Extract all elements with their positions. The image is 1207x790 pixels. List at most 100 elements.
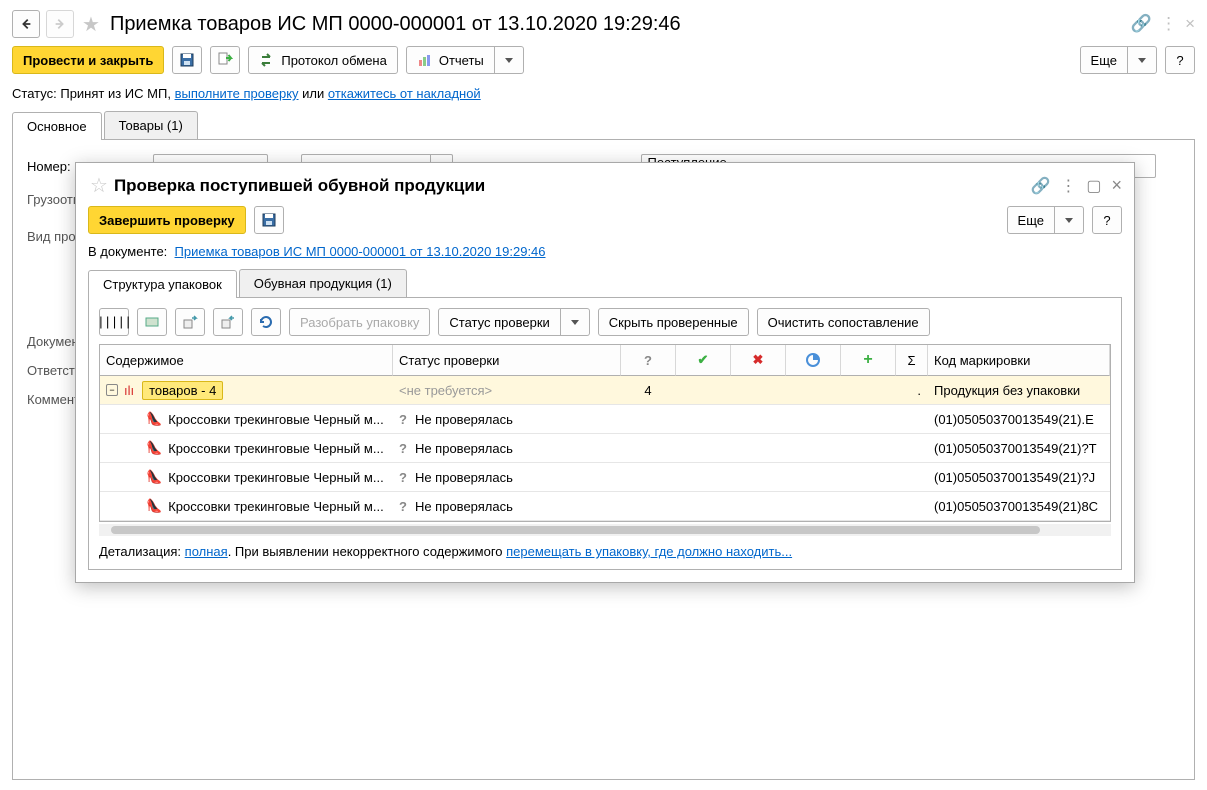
link-icon[interactable]: 🔗 [1131,14,1152,34]
question-icon: ? [399,470,407,485]
col-sigma[interactable]: Σ [896,345,928,376]
forward-button[interactable] [46,10,74,38]
check-status-dropdown[interactable] [561,308,590,336]
floppy-icon [261,212,277,228]
kebab-menu-icon[interactable]: ⋮ [1160,14,1177,34]
col-x[interactable]: ✖ [731,345,786,376]
chart-icon [417,52,433,68]
package-table: Содержимое Статус проверки ? ✔ ✖ + Σ Код… [99,344,1111,522]
modal-more-group[interactable]: Еще [1007,206,1084,234]
modal-star-icon[interactable]: ☆ [90,173,108,198]
more-button[interactable]: Еще [1080,46,1128,74]
barcode-icon: ||||| [97,315,131,330]
tab-package-structure[interactable]: Структура упаковок [88,270,237,298]
table-row[interactable]: 👠Кроссовки трекинговые Черный м... ?Не п… [100,434,1110,463]
chevron-down-icon [571,320,579,325]
move-to-package-link[interactable]: перемещать в упаковку, где должно находи… [506,544,792,559]
clear-match-button[interactable]: Очистить сопоставление [757,308,930,336]
question-icon: ? [399,412,407,427]
floppy-icon [179,52,195,68]
in-document-line: В документе: Приемка товаров ИС МП 0000-… [88,244,1122,259]
tool-button-refresh[interactable] [251,308,281,336]
reports-button-group[interactable]: Отчеты [406,46,524,74]
chevron-down-icon [1065,218,1073,223]
table-group-row[interactable]: − ılı товаров - 4 <не требуется> 4 [100,376,1110,405]
document-link[interactable]: Приемка товаров ИС МП 0000-000001 от 13.… [175,244,546,259]
modal-link-icon[interactable]: 🔗 [1030,176,1050,196]
collapse-icon[interactable]: − [106,384,118,396]
shoe-icon: 👠 [146,440,162,456]
more-dropdown-button[interactable] [1128,46,1157,74]
tab-goods[interactable]: Товары (1) [104,111,198,139]
unpack-button: Разобрать упаковку [289,308,430,336]
modal-save-button[interactable] [254,206,284,234]
pie-icon [806,353,820,367]
horizontal-scrollbar[interactable] [99,524,1111,536]
x-icon: ✖ [753,352,764,368]
refresh-icon [258,314,274,330]
exchange-protocol-button[interactable]: Протокол обмена [248,46,398,74]
modal-more-button[interactable]: Еще [1007,206,1055,234]
perform-check-link[interactable]: выполните проверку [175,86,299,101]
barcode-button[interactable]: ||||| [99,308,129,336]
col-plus[interactable]: + [841,345,896,376]
shoe-icon: 👠 [146,498,162,514]
check-status-group[interactable]: Статус проверки [438,308,589,336]
group-label: товаров - 4 [142,381,223,400]
modal-title: Проверка поступившей обувной продукции [114,176,1025,196]
field-icon [144,314,160,330]
arrow-left-icon [19,16,33,32]
table-row[interactable]: 👠Кроссовки трекинговые Черный м... ?Не п… [100,405,1110,434]
col-check[interactable]: ✔ [676,345,731,376]
arrow-right-icon [53,16,67,32]
chevron-down-icon [1138,58,1146,63]
modal-maximize-icon[interactable]: ▢ [1086,176,1101,196]
table-row[interactable]: 👠Кроссовки трекинговые Черный м... ?Не п… [100,463,1110,492]
help-button[interactable]: ? [1165,46,1195,74]
document-arrow-icon [217,52,233,68]
col-status[interactable]: Статус проверки [393,345,621,376]
question-icon: ? [399,441,407,456]
detail-full-link[interactable]: полная [185,544,228,559]
tab-shoe-products[interactable]: Обувная продукция (1) [239,269,407,297]
table-row[interactable]: 👠Кроссовки трекинговые Черный м... ?Не п… [100,492,1110,521]
check-icon: ✔ [698,352,709,368]
tool-button-3[interactable] [213,308,243,336]
modal-help-button[interactable]: ? [1092,206,1122,234]
tool-button-1[interactable] [137,308,167,336]
chevron-down-icon [505,58,513,63]
reject-invoice-link[interactable]: откажитесь от накладной [328,86,481,101]
modal-close-icon[interactable]: × [1111,175,1122,196]
col-pie[interactable] [786,345,841,376]
hide-checked-button[interactable]: Скрыть проверенные [598,308,749,336]
group-bars-icon: ılı [124,383,134,398]
modal-kebab-icon[interactable]: ⋮ [1060,176,1076,196]
tab-main[interactable]: Основное [12,112,102,140]
back-button[interactable] [12,10,40,38]
finish-check-button[interactable]: Завершить проверку [88,206,246,234]
question-icon: ? [399,499,407,514]
modal-more-dropdown[interactable] [1055,206,1084,234]
reports-dropdown-button[interactable] [495,46,524,74]
shoe-icon: 👠 [146,411,162,427]
more-button-group[interactable]: Еще [1080,46,1157,74]
col-content[interactable]: Содержимое [100,345,393,376]
close-icon[interactable]: × [1185,14,1195,34]
check-products-modal: ☆ Проверка поступившей обувной продукции… [75,162,1135,583]
table-header-row: Содержимое Статус проверки ? ✔ ✖ + Σ Код… [100,345,1110,376]
page-title: Приемка товаров ИС МП 0000-000001 от 13.… [110,13,1125,36]
exchange-icon [259,52,275,68]
status-line: Статус: Принят из ИС МП, выполните прове… [12,86,1195,101]
favorite-star-icon[interactable]: ★ [82,12,100,37]
col-marking-code[interactable]: Код маркировки [928,345,1110,376]
col-question[interactable]: ? [621,345,676,376]
post-and-close-button[interactable]: Провести и закрыть [12,46,164,74]
box-arrow-icon [182,314,198,330]
reports-button[interactable]: Отчеты [406,46,495,74]
check-status-button[interactable]: Статус проверки [438,308,560,336]
save-button[interactable] [172,46,202,74]
detail-line: Детализация: полная. При выявлении некор… [99,544,1111,559]
tool-button-2[interactable] [175,308,205,336]
post-button[interactable] [210,46,240,74]
box-in-icon [220,314,236,330]
